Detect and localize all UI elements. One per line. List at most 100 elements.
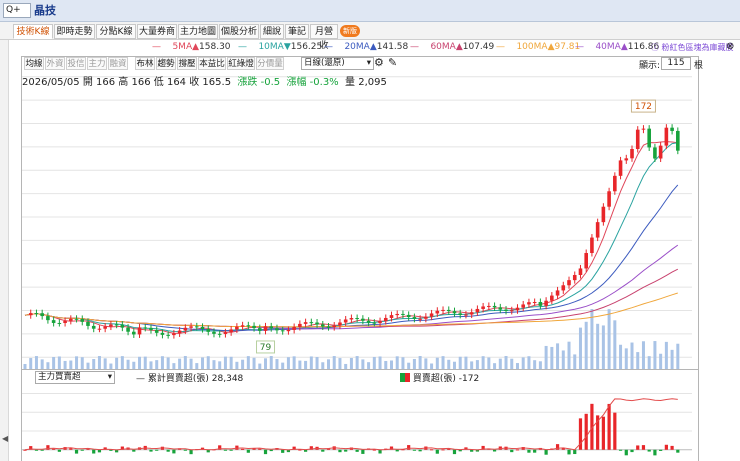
- pencil-icon[interactable]: ✎: [388, 56, 397, 69]
- net-buy-bar: [618, 449, 623, 451]
- candle-body: [630, 148, 634, 159]
- volume-bar: [378, 356, 382, 369]
- toolbar-margin-button[interactable]: 融資: [108, 57, 128, 70]
- toolbar-ma-button[interactable]: 均線: [24, 57, 44, 70]
- net-buy-bar: [92, 449, 96, 454]
- candle-body: [469, 312, 474, 315]
- candle-body: [160, 332, 165, 335]
- toolbar-trend-button[interactable]: 趨勢: [156, 57, 176, 70]
- volume-bar: [246, 356, 250, 369]
- volume-bar: [367, 362, 371, 369]
- net-buy-bar: [229, 449, 233, 451]
- tab-realtime[interactable]: 即時走勢: [54, 24, 95, 39]
- collapse-left-icon[interactable]: ◀: [2, 434, 8, 443]
- net-buy-bar: [412, 449, 417, 451]
- info-date: 2026/05/05: [22, 77, 80, 88]
- volume-bar: [670, 349, 674, 369]
- net-buy-legend: 買賣超(張) -172: [400, 371, 479, 384]
- volume-bar: [424, 358, 428, 369]
- candle-body: [424, 316, 428, 319]
- toolbar-foreign-button[interactable]: 外資: [45, 57, 65, 70]
- candle-body: [149, 327, 153, 331]
- tab-big-broker[interactable]: 大量券商: [137, 24, 177, 39]
- candle-body: [120, 324, 125, 328]
- net-buy-bar: [269, 449, 273, 452]
- volume-bar: [498, 358, 502, 369]
- candle-body: [235, 326, 239, 330]
- net-buy-bar: [189, 449, 193, 455]
- candle-body: [653, 147, 657, 159]
- volume-bar: [281, 362, 285, 369]
- candle-body: [137, 327, 142, 335]
- candle-body: [555, 290, 560, 296]
- ma-line: [24, 184, 679, 332]
- tab-notes[interactable]: 筆記: [285, 24, 309, 39]
- volume-bar: [590, 309, 594, 369]
- candle-body: [435, 310, 440, 314]
- sub-indicator-select[interactable]: 主力買賣超 ▾: [35, 371, 115, 384]
- volume-bar: [676, 343, 680, 369]
- net-buy-bar: [246, 449, 250, 453]
- candle-body: [527, 302, 531, 305]
- volume-bar: [23, 364, 27, 369]
- info-change: -0.5: [260, 77, 281, 88]
- volume-bar: [430, 363, 434, 369]
- volume-bar: [550, 346, 554, 369]
- candle-body: [320, 324, 325, 327]
- net-buy-bar: [441, 449, 445, 451]
- volume-bar: [183, 356, 187, 369]
- toolbar-support-button[interactable]: 撐壓: [177, 57, 197, 70]
- toolbar-mainforce-button[interactable]: 主力: [87, 57, 107, 70]
- net-buy-bar: [372, 449, 376, 451]
- candle-body: [676, 130, 680, 151]
- volume-bar: [412, 358, 416, 369]
- toolbar-traffic-light-button[interactable]: 紅綠燈: [227, 57, 255, 70]
- search-icon[interactable]: Q+: [3, 3, 31, 18]
- price-chart[interactable]: 7080901001101201301401501601701801901727…: [22, 57, 698, 369]
- volume-bar: [201, 357, 205, 369]
- candle-body: [515, 307, 520, 311]
- left-collapse-panel[interactable]: ◀: [0, 40, 9, 461]
- toolbar-trust-button[interactable]: 投信: [66, 57, 86, 70]
- main-force-chart[interactable]: 6000400020000: [22, 370, 698, 461]
- volume-bar: [493, 363, 497, 369]
- ma-line: [24, 142, 678, 333]
- tab-branch-k[interactable]: 分點K線: [96, 24, 136, 39]
- candle-body: [63, 320, 67, 324]
- volume-bar: [126, 359, 130, 369]
- close-icon[interactable]: ⊗: [726, 41, 734, 52]
- chart-frame: 7080901001101201301401501601701801901727…: [21, 56, 699, 370]
- candle-body: [275, 328, 279, 331]
- net-buy-bar: [676, 449, 680, 453]
- candle-body: [240, 325, 245, 327]
- volume-bar: [241, 359, 245, 369]
- candle-body: [28, 313, 33, 316]
- candle-body: [412, 317, 417, 319]
- tab-main-force-map[interactable]: 主力地圖: [178, 24, 218, 39]
- tab-detail[interactable]: 細說: [260, 24, 284, 39]
- tab-monthly-revenue[interactable]: 月營收: [310, 24, 338, 51]
- candle-body: [246, 325, 251, 327]
- ma60-legend: — 60MA▲107.49: [410, 42, 495, 52]
- gear-icon[interactable]: ⚙: [374, 56, 384, 69]
- volume-bar: [384, 360, 388, 369]
- net-buy-bar: [418, 449, 422, 452]
- volume-bar: [653, 341, 657, 369]
- ma-period-select[interactable]: 日線(還原) ▾: [301, 57, 374, 70]
- volume-bar: [601, 325, 605, 369]
- candle-body: [309, 322, 314, 324]
- candle-body: [401, 313, 405, 315]
- net-buy-bar: [624, 449, 628, 456]
- tab-stock-analysis[interactable]: 個股分析: [219, 24, 259, 39]
- toolbar-pe-button[interactable]: 本益比: [198, 57, 226, 70]
- toolbar-price-volume-button[interactable]: 分價量: [256, 57, 284, 70]
- toolbar-bollinger-button[interactable]: 布林: [135, 57, 155, 70]
- candle-body: [34, 313, 39, 315]
- tab-technical-k[interactable]: 技術K線: [13, 24, 53, 39]
- candle-body: [475, 308, 480, 313]
- net-buy-bar: [263, 449, 268, 455]
- volume-bar: [418, 356, 422, 369]
- volume-bar: [132, 361, 136, 369]
- volume-bar: [75, 356, 79, 369]
- display-count-input[interactable]: 115: [661, 57, 691, 70]
